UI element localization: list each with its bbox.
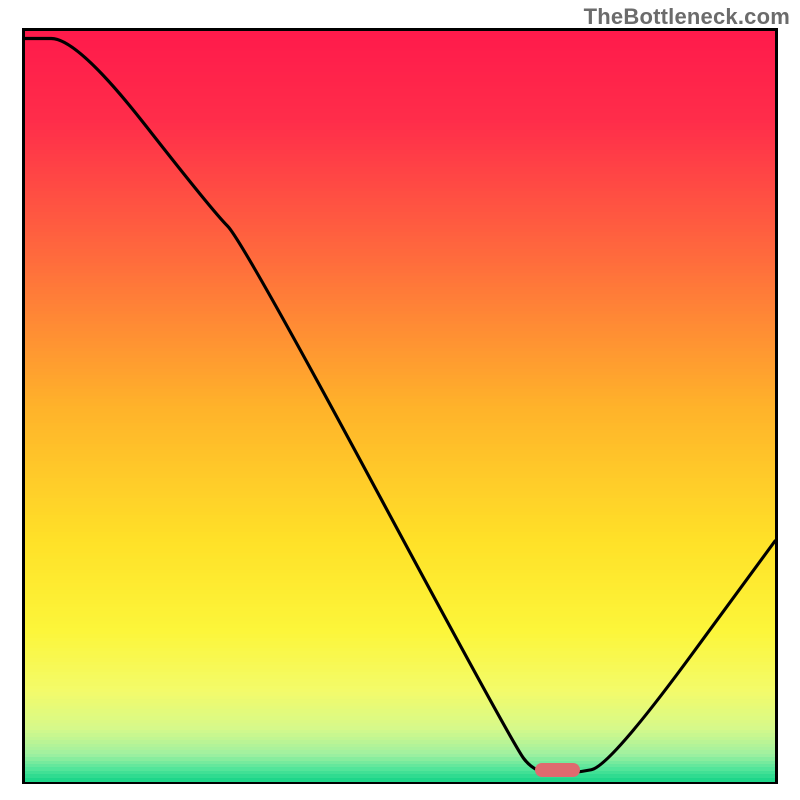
watermark-text: TheBottleneck.com xyxy=(584,4,790,30)
curve-path xyxy=(25,39,775,774)
optimal-marker xyxy=(535,763,580,777)
plot-frame xyxy=(22,28,778,784)
plot-area xyxy=(25,31,775,781)
bottleneck-curve xyxy=(25,31,775,781)
chart-stage: TheBottleneck.com xyxy=(0,0,800,800)
